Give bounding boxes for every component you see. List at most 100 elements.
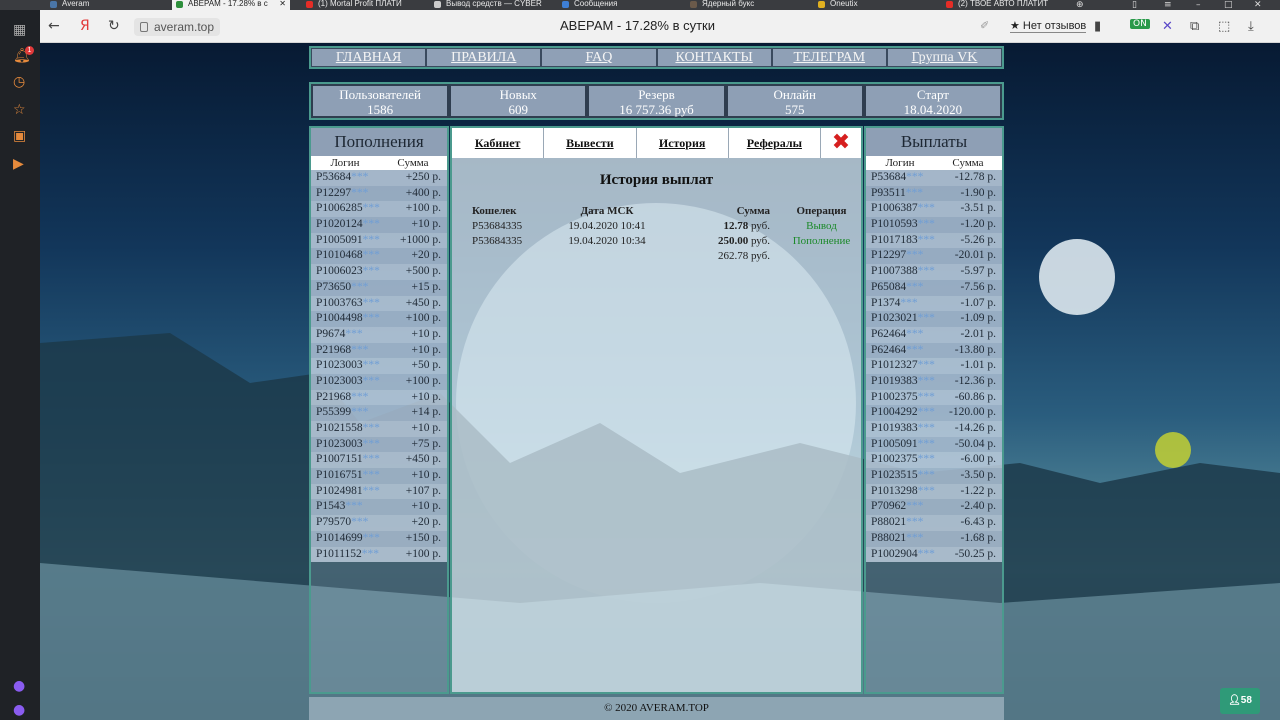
extension-icon[interactable]: ✕ xyxy=(1162,19,1173,34)
online-users-button[interactable]: 👤︎58 xyxy=(1220,688,1260,714)
tab-withdraw[interactable]: Вывести xyxy=(544,128,637,158)
share-icon[interactable]: ⬚ xyxy=(1218,19,1230,34)
new-tab-icon[interactable]: ⊕ xyxy=(1076,0,1084,10)
browser-tab[interactable]: Сообщения xyxy=(558,0,682,10)
tab-cabinet[interactable]: Кабинет xyxy=(452,128,545,158)
browser-tab[interactable]: Averam xyxy=(46,0,170,10)
row-login: P9674*** xyxy=(316,327,363,340)
list-item: P1006387*** -3.51 р. xyxy=(866,201,1002,218)
login-mask: *** xyxy=(917,469,935,482)
login-mask: *** xyxy=(362,422,380,434)
row-login: P1012327*** xyxy=(871,359,935,372)
menu-icon[interactable]: ≡ xyxy=(1164,0,1172,10)
row-login: P12297*** xyxy=(871,249,924,262)
play-icon[interactable]: ▶ xyxy=(13,156,24,172)
row-login: P12297*** xyxy=(316,186,369,199)
favorites-icon[interactable]: ☆ xyxy=(13,102,26,118)
address-bar: ← Я ↻ averam.top АВЕРАМ - 17.28% в сутки… xyxy=(0,10,1280,43)
list-item: P1004498*** +100 р. xyxy=(311,311,447,327)
list-item: P65084*** -7.56 р. xyxy=(866,279,1002,296)
nav-contacts[interactable]: КОНТАКТЫ xyxy=(657,49,771,66)
list-item: P79570*** +20 р. xyxy=(311,515,447,531)
list-item: P55399*** +14 р. xyxy=(311,405,447,421)
list-item: P12297*** +400 р. xyxy=(311,185,447,202)
url-field[interactable]: averam.top xyxy=(134,18,221,36)
stat-start: Старт 18.04.2020 xyxy=(865,86,1001,117)
collections-icon[interactable]: ▣ xyxy=(13,128,26,144)
list-item: P1006023*** +500 р. xyxy=(311,264,447,280)
row-amount: +50 р. xyxy=(411,359,442,372)
login-mask: *** xyxy=(351,390,369,403)
row-amount: +10 р. xyxy=(411,469,442,482)
yandex-icon[interactable]: Я xyxy=(80,18,90,34)
login-mask: *** xyxy=(351,406,369,419)
close-tab-icon[interactable]: ✕ xyxy=(279,0,286,8)
list-item: P1374*** -1.07 р. xyxy=(866,295,1002,312)
row-login: P1023003*** xyxy=(316,359,380,372)
login-mask: *** xyxy=(362,296,380,309)
deposits-title: Пополнения xyxy=(311,128,447,156)
nav-home[interactable]: ГЛАВНАЯ xyxy=(312,49,426,66)
close-window-icon[interactable]: ✕ xyxy=(1254,0,1262,10)
row-amount: -1.68 р. xyxy=(960,531,996,544)
login-mask: *** xyxy=(917,312,935,325)
row-login: P1374*** xyxy=(871,296,918,309)
bookmark-icon[interactable]: ▯ xyxy=(1132,0,1137,10)
alice-icon[interactable]: ● xyxy=(13,678,25,694)
login-mask: *** xyxy=(362,437,380,450)
login-mask: *** xyxy=(362,484,380,497)
row-login: P1543*** xyxy=(316,500,363,513)
protect-icon[interactable]: ✐ xyxy=(980,19,989,32)
list-item: P1012327*** -1.01 р. xyxy=(866,358,1002,374)
row-amount: -1.20 р. xyxy=(960,218,996,231)
browser-tab-active[interactable]: АВЕРАМ - 17.28% в с ✕ xyxy=(172,0,290,10)
nav-vk-group[interactable]: Группа VK xyxy=(887,49,1002,66)
downloads-icon[interactable]: ⤓ xyxy=(1248,19,1254,34)
youtube-icon xyxy=(306,1,313,8)
payouts-list: P53684*** -12.78 р. P93511*** -1.90 р. P1006… xyxy=(866,170,1002,563)
logout-close-icon[interactable]: ✖ xyxy=(821,128,861,158)
back-icon[interactable]: ← xyxy=(48,18,60,34)
moon-shape xyxy=(1039,239,1115,315)
deposits-list: P53684*** +250 р. P12297*** +400 р. P1006285… xyxy=(311,170,447,563)
nav-rules[interactable]: ПРАВИЛА xyxy=(427,49,541,66)
reviews-button[interactable]: ★ Нет отзывов xyxy=(1010,19,1087,33)
login-mask: *** xyxy=(906,516,924,529)
row-amount: -7.56 р. xyxy=(960,280,996,293)
tab-referrals[interactable]: Рефералы xyxy=(729,128,821,158)
list-item: P1004292*** -120.00 р. xyxy=(866,405,1002,421)
nav-faq[interactable]: FAQ xyxy=(542,49,656,66)
minimize-icon[interactable]: – xyxy=(1196,0,1201,10)
assistant-icon[interactable]: ● xyxy=(13,702,25,718)
browser-tab[interactable]: Oneutix xyxy=(814,0,938,10)
bookmark-page-icon[interactable]: ▮ xyxy=(1094,19,1101,34)
maximize-icon[interactable]: □ xyxy=(1224,0,1233,10)
main-nav: ГЛАВНАЯ ПРАВИЛА FAQ КОНТАКТЫ ТЕЛЕГРАМ Гр… xyxy=(309,46,1004,69)
row-login: P79570*** xyxy=(316,516,369,529)
translate-icon[interactable]: ⧉ xyxy=(1190,19,1199,34)
extension-on-icon[interactable]: ON xyxy=(1130,19,1150,29)
browser-tab[interactable]: (2) ТВОЕ АВТО ПЛАТИТ xyxy=(942,0,1066,10)
browser-tab[interactable]: Вывод средств — CYBER xyxy=(430,0,554,10)
stats-bar: Пользователей 1586 Новых 609 Резерв 16 757.… xyxy=(309,82,1004,120)
login-mask: *** xyxy=(917,233,935,246)
tab-history[interactable]: История xyxy=(637,128,729,158)
list-item: P1006285*** +100 р. xyxy=(311,201,447,218)
browser-tab[interactable]: Ядерный букс xyxy=(686,0,810,10)
page-viewport: ГЛАВНАЯ ПРАВИЛА FAQ КОНТАКТЫ ТЕЛЕГРАМ Гр… xyxy=(40,43,1280,720)
row-amount: +20 р. xyxy=(411,249,442,262)
list-item: P1023021*** -1.09 р. xyxy=(866,311,1002,327)
login-mask: *** xyxy=(906,531,924,544)
login-mask: *** xyxy=(362,374,380,387)
row-login: P1004292*** xyxy=(871,406,935,419)
row-amount: +100 р. xyxy=(405,547,441,560)
row-login: P53684*** xyxy=(871,171,924,183)
login-mask: *** xyxy=(345,327,363,340)
row-amount: -3.50 р. xyxy=(960,469,996,482)
history-icon[interactable]: ◷ xyxy=(13,74,25,90)
browser-tab[interactable]: (1) Mortal Profit ПЛАТИ xyxy=(302,0,426,10)
nav-telegram[interactable]: ТЕЛЕГРАМ xyxy=(772,49,886,66)
apps-grid-icon[interactable]: ▦ xyxy=(13,22,26,38)
reload-icon[interactable]: ↻ xyxy=(108,18,120,34)
list-item: P1019383*** -12.36 р. xyxy=(866,373,1002,390)
